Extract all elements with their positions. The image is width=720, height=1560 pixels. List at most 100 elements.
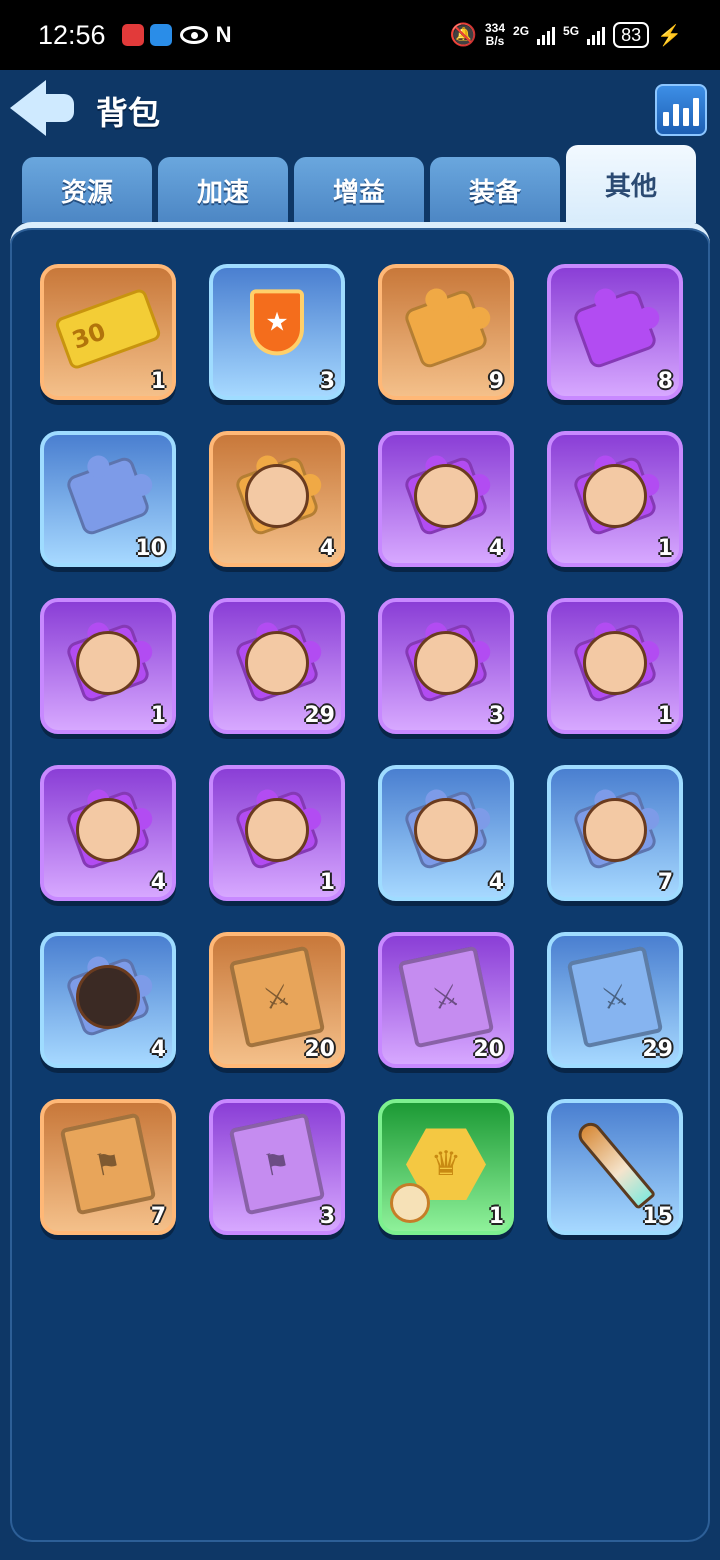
item-count: 1: [488, 1204, 504, 1229]
item-slot[interactable]: 4: [209, 431, 345, 567]
item-count: 1: [657, 703, 673, 728]
eye-icon: [179, 26, 208, 44]
tab-resources[interactable]: 资源: [22, 157, 152, 223]
skill-book-flag-icon: ⚑: [228, 1113, 326, 1216]
tab-equipment[interactable]: 装备: [430, 157, 560, 223]
signal-2g-icon: [537, 25, 556, 45]
hero-portrait-icon: [583, 631, 647, 696]
tab-other[interactable]: 其他: [566, 145, 696, 223]
inventory-panel: 30 1 ★ 3 9 8 10 4 4 1 1 29 3 1 4 1 4 7 4…: [10, 222, 710, 1542]
item-slot[interactable]: 1: [547, 431, 683, 567]
item-slot[interactable]: 4: [378, 431, 514, 567]
item-count: 15: [642, 1204, 673, 1229]
stats-chart-icon[interactable]: [655, 84, 707, 136]
inventory-grid: 30 1 ★ 3 9 8 10 4 4 1 1 29 3 1 4 1 4 7 4…: [40, 264, 683, 1235]
item-slot[interactable]: 29: [209, 598, 345, 734]
item-count: 1: [319, 870, 335, 895]
item-count: 4: [488, 870, 504, 895]
item-slot[interactable]: ♛ 1: [378, 1099, 514, 1235]
item-slot[interactable]: 1: [40, 598, 176, 734]
hero-portrait-icon: [76, 798, 140, 863]
skill-book-swords-icon: ⚔: [397, 946, 495, 1049]
item-slot[interactable]: 1: [547, 598, 683, 734]
item-count: 10: [135, 536, 166, 561]
item-slot[interactable]: 30 1: [40, 264, 176, 400]
item-slot[interactable]: 7: [547, 765, 683, 901]
item-slot[interactable]: ★ 3: [209, 264, 345, 400]
item-count: 7: [657, 870, 673, 895]
item-slot[interactable]: 4: [40, 765, 176, 901]
hero-portrait-icon: [414, 798, 478, 863]
status-right: 🔕 334 B/s 2G 5G 83 ⚡: [450, 22, 682, 48]
charging-icon: ⚡: [657, 24, 682, 47]
item-slot[interactable]: 8: [547, 264, 683, 400]
header: 背包: [0, 70, 720, 150]
status-bar: 12:56 N 🔕 334 B/s 2G 5G 83 ⚡: [0, 0, 720, 70]
item-count: 8: [657, 369, 673, 394]
hero-portrait-icon: [76, 631, 140, 696]
hero-portrait-icon: [245, 798, 309, 863]
back-arrow-icon[interactable]: [10, 80, 76, 136]
item-slot[interactable]: ⚔ 29: [547, 932, 683, 1068]
banner-badge-icon: ★: [250, 289, 304, 356]
item-count: 7: [150, 1204, 166, 1229]
item-slot[interactable]: ⚔ 20: [209, 932, 345, 1068]
item-slot[interactable]: 3: [378, 598, 514, 734]
hero-portrait-icon: [245, 631, 309, 696]
ticket-icon: 30: [53, 287, 163, 372]
puzzle-piece-icon: [64, 455, 152, 538]
puzzle-piece-icon: [402, 288, 490, 371]
clock-icon: [390, 1183, 430, 1223]
tab-bar: 资源 加速 增益 装备 其他: [22, 145, 698, 223]
item-count: 3: [319, 369, 335, 394]
item-count: 4: [319, 536, 335, 561]
item-count: 1: [150, 703, 166, 728]
page-title: 背包: [96, 94, 161, 132]
item-slot[interactable]: ⚑ 3: [209, 1099, 345, 1235]
net-5g-label: 5G: [563, 24, 580, 38]
status-time: 12:56: [38, 19, 106, 50]
item-count: 20: [304, 1037, 335, 1062]
item-slot[interactable]: 10: [40, 431, 176, 567]
item-slot[interactable]: ⚑ 7: [40, 1099, 176, 1235]
item-count: 4: [150, 1037, 166, 1062]
item-slot[interactable]: ⚔ 20: [378, 932, 514, 1068]
hero-portrait-icon: [583, 464, 647, 529]
item-count: 4: [150, 870, 166, 895]
tab-boosts[interactable]: 增益: [294, 157, 424, 223]
tab-speedups[interactable]: 加速: [158, 157, 288, 223]
puzzle-piece-icon: [571, 288, 659, 371]
item-count: 29: [304, 703, 335, 728]
signal-5g-icon: [587, 25, 606, 45]
spear-tip-icon: [573, 1118, 657, 1211]
item-slot[interactable]: 9: [378, 264, 514, 400]
hero-portrait-icon: [414, 464, 478, 529]
net-2g-label: 2G: [513, 24, 530, 38]
hero-portrait-icon: [76, 965, 140, 1030]
item-count: 29: [642, 1037, 673, 1062]
item-count: 1: [657, 536, 673, 561]
skill-book-swords-icon: ⚔: [566, 946, 664, 1049]
hero-portrait-icon: [245, 464, 309, 529]
weather-app-icon: [149, 24, 172, 46]
item-count: 4: [488, 536, 504, 561]
item-count: 3: [319, 1204, 335, 1229]
item-slot[interactable]: 4: [378, 765, 514, 901]
nfc-icon: N: [215, 22, 232, 47]
item-slot[interactable]: 4: [40, 932, 176, 1068]
network-speed: 334 B/s: [485, 22, 505, 48]
item-slot[interactable]: 1: [209, 765, 345, 901]
item-count: 20: [473, 1037, 504, 1062]
item-count: 9: [488, 369, 504, 394]
hero-portrait-icon: [414, 631, 478, 696]
skill-book-swords-icon: ⚔: [228, 946, 326, 1049]
item-slot[interactable]: 15: [547, 1099, 683, 1235]
speed-unit: B/s: [485, 34, 505, 48]
mute-bell-icon: 🔕: [449, 22, 477, 47]
skill-book-flag-icon: ⚑: [59, 1113, 157, 1216]
battery-icon: 83: [613, 22, 650, 48]
item-count: 3: [488, 703, 504, 728]
shopping-app-icon: [121, 24, 144, 46]
hero-portrait-icon: [583, 798, 647, 863]
item-count: 1: [150, 369, 166, 394]
